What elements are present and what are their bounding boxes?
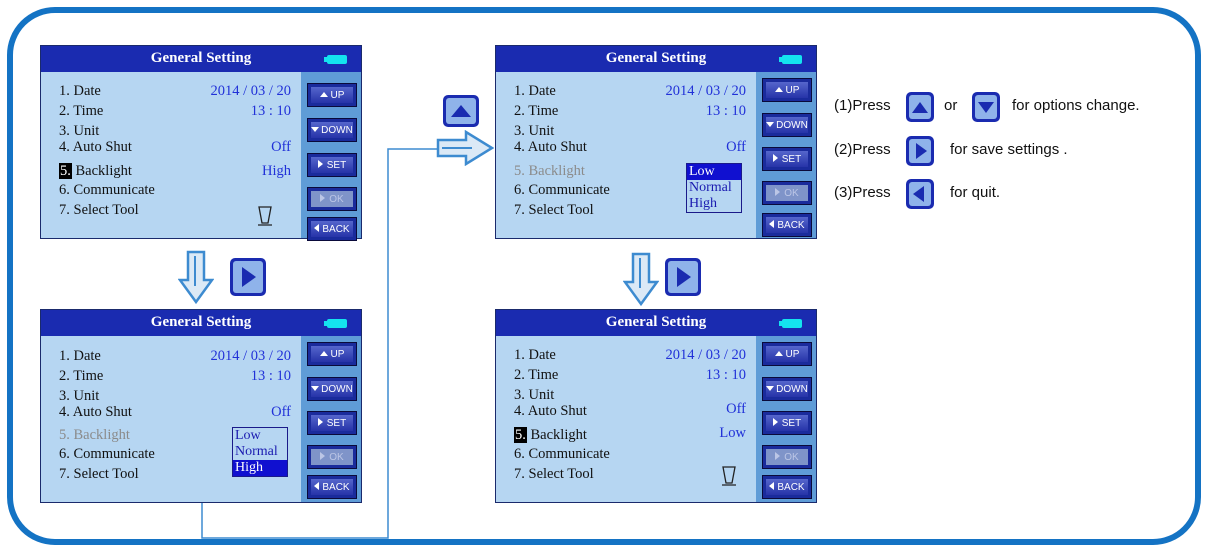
list-item-time[interactable]: 2. Time	[514, 367, 558, 384]
down-arrow-icon	[623, 252, 659, 306]
down-key-icon	[972, 92, 1000, 122]
down-button[interactable]: DOWN	[762, 113, 812, 137]
list-item-auto-shut[interactable]: 4. Auto Shut	[514, 139, 587, 156]
up-key-icon	[906, 92, 934, 122]
list-item-communicate[interactable]: 6. Communicate	[514, 182, 610, 199]
up-button[interactable]: UP	[762, 342, 812, 366]
selected-number: 5.	[514, 427, 527, 443]
instruction-line-1-tail: for options change.	[1012, 97, 1140, 114]
backlight-value: Low	[719, 425, 746, 441]
list-item-date[interactable]: 1. Date	[514, 347, 556, 364]
list-item-select-tool[interactable]: 7. Select Tool	[514, 466, 594, 483]
battery-icon	[779, 319, 802, 328]
left-key-icon	[906, 179, 934, 209]
right-key-icon	[665, 258, 701, 296]
auto-shut-value: Off	[726, 401, 746, 417]
screen-4: General Setting 1. Date 2. Time 3. Unit …	[495, 309, 817, 503]
list-item-time[interactable]: 2. Time	[514, 103, 558, 120]
date-value: 2014 / 03 / 20	[665, 83, 746, 99]
instruction-line-1: (1)Press	[834, 97, 891, 114]
instruction-line-3-tail: for quit.	[950, 184, 1001, 201]
settings-list: 1. Date 2. Time 3. Unit 4. Auto Shut 5. …	[496, 72, 756, 238]
list-item-select-tool[interactable]: 7. Select Tool	[514, 202, 594, 219]
battery-icon	[779, 55, 802, 64]
back-button[interactable]: BACK	[762, 213, 812, 237]
list-item-backlight[interactable]: 5. Backlight	[514, 163, 585, 180]
instruction-line-2-tail: for save settings .	[950, 141, 1068, 158]
select-tool-icon	[722, 466, 736, 486]
settings-list: 1. Date 2. Time 3. Unit 4. Auto Shut 5. …	[496, 336, 756, 502]
instruction-or: or	[944, 97, 958, 114]
set-button[interactable]: SET	[762, 147, 812, 171]
set-button[interactable]: SET	[762, 411, 812, 435]
ok-button[interactable]: OK	[762, 181, 812, 205]
ok-button[interactable]: OK	[762, 445, 812, 469]
up-key-icon	[443, 95, 479, 127]
list-item-date[interactable]: 1. Date	[514, 83, 556, 100]
screen-title: General Setting	[496, 310, 816, 336]
dropdown-option-high[interactable]: High	[687, 196, 741, 212]
down-button[interactable]: DOWN	[762, 377, 812, 401]
list-item-unit[interactable]: 3. Unit	[514, 123, 554, 140]
right-arrow-icon	[436, 130, 494, 166]
time-value: 13 : 10	[705, 367, 746, 383]
list-item-unit[interactable]: 3. Unit	[514, 387, 554, 404]
screen-title: General Setting	[496, 46, 816, 72]
instruction-line-3: (3)Press	[834, 184, 891, 201]
instruction-line-2: (2)Press	[834, 141, 891, 158]
time-value: 13 : 10	[705, 103, 746, 119]
dropdown-option-low[interactable]: Low	[687, 164, 741, 180]
back-button[interactable]: BACK	[762, 475, 812, 499]
dropdown-option-normal[interactable]: Normal	[687, 180, 741, 196]
list-item-backlight[interactable]: 5. Backlight	[514, 427, 587, 444]
up-button[interactable]: UP	[762, 78, 812, 102]
screen-3: General Setting 1. Date 2. Time 3. Unit …	[495, 45, 817, 239]
button-sidebar: UP DOWN SET OK BACK	[756, 72, 816, 238]
list-item-auto-shut[interactable]: 4. Auto Shut	[514, 403, 587, 420]
button-sidebar: UP DOWN SET OK BACK	[756, 336, 816, 502]
right-key-icon	[906, 136, 934, 166]
auto-shut-value: Off	[726, 139, 746, 155]
list-item-communicate[interactable]: 6. Communicate	[514, 446, 610, 463]
date-value: 2014 / 03 / 20	[665, 347, 746, 363]
backlight-dropdown[interactable]: Low Normal High	[686, 163, 742, 213]
